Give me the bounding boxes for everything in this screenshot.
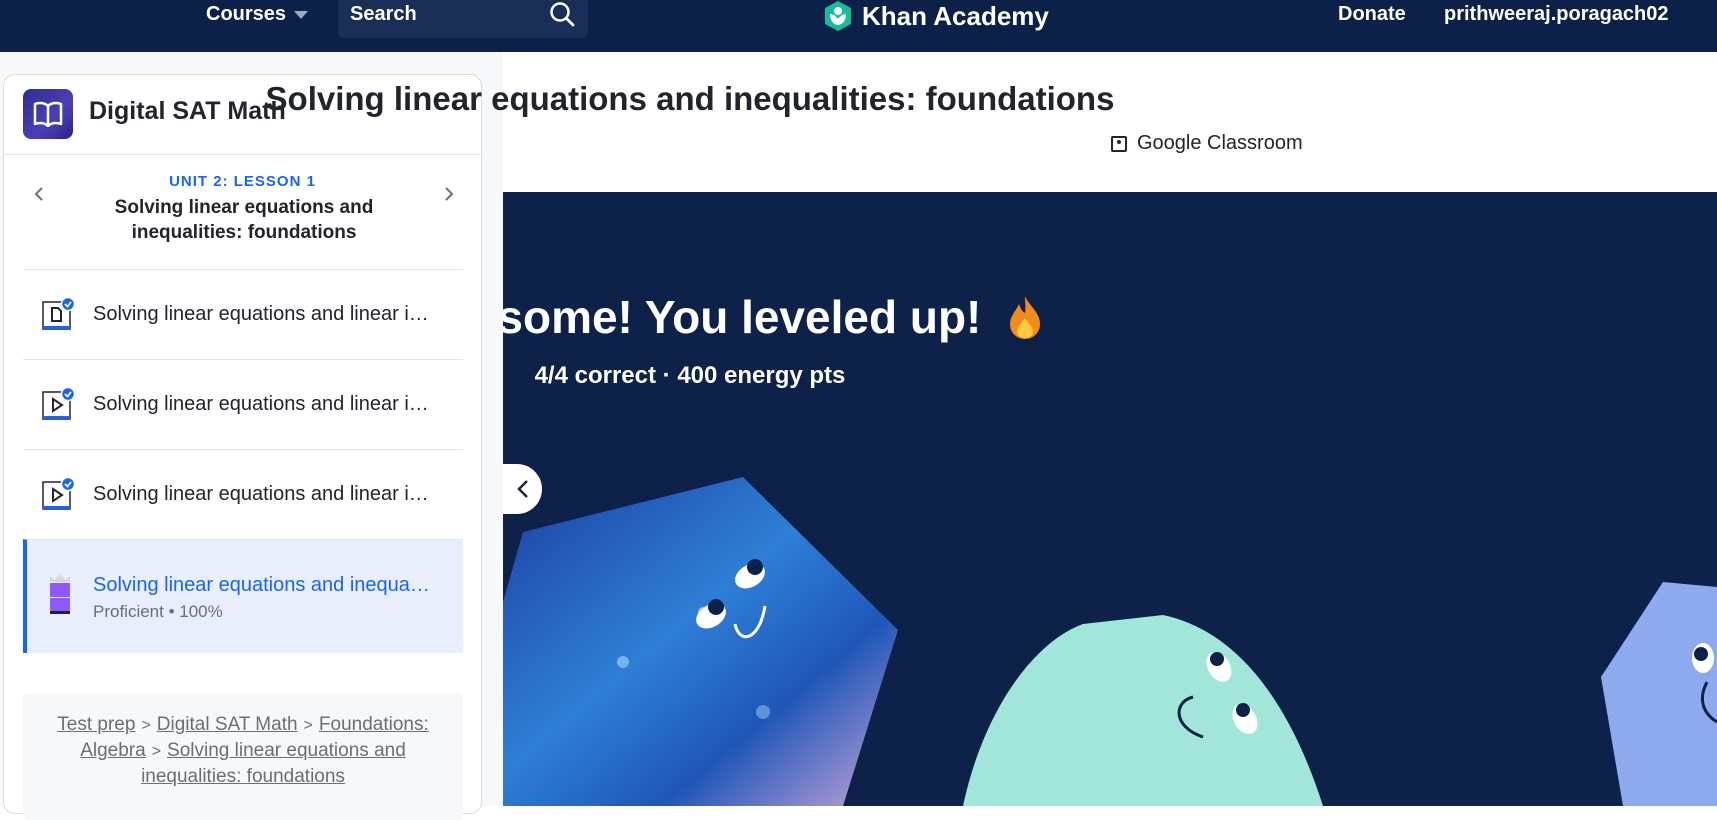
level-up-title: Awesome! You leveled up! (503, 291, 982, 343)
lesson-item-article[interactable]: Solving linear equations and linear i… (23, 269, 463, 359)
sidebar: Digital SAT Math UNIT 2: LESSON 1 Solvin… (3, 74, 482, 820)
user-menu[interactable]: prithweeraj.poragach02 (1444, 0, 1669, 28)
lesson-item-exercise-active[interactable]: Solving linear equations and inequa… Pro… (23, 539, 463, 653)
chevron-right-icon (445, 187, 454, 201)
lesson-item-label: Solving linear equations and inequa… (93, 574, 430, 596)
mastery-proficient-icon (50, 574, 70, 614)
lesson-item-video[interactable]: Solving linear equations and linear i… (23, 449, 463, 539)
main-header: Solving linear equations and inequalitie… (266, 52, 1717, 192)
google-classroom-button[interactable]: Google Classroom (1111, 132, 1303, 155)
google-classroom-icon (1111, 135, 1127, 152)
level-up-banner: Awesome! You leveled up! 4/4 correct · 4… (503, 192, 1717, 806)
video-completed-icon (42, 477, 75, 510)
google-classroom-label: Google Classroom (1137, 132, 1303, 154)
lesson-navigator: UNIT 2: LESSON 1 Solving linear equation… (4, 157, 481, 271)
lesson-item-video[interactable]: Solving linear equations and linear i… (23, 359, 463, 449)
blue-character (503, 477, 898, 806)
flame-icon (1010, 296, 1041, 339)
lesson-title: Solving linear equations and inequalitie… (114, 197, 374, 243)
sidebar-region: Digital SAT Math UNIT 2: LESSON 1 Solvin… (0, 52, 503, 820)
score-summary: 4/4 correct · 400 energy pts (534, 362, 846, 389)
page-title: Solving linear equations and inequalitie… (265, 80, 1115, 117)
chevron-left-icon (516, 480, 528, 498)
khan-academy-logo[interactable]: Khan Academy (822, 0, 1049, 32)
breadcrumb-separator: > (151, 743, 162, 760)
mastery-status: Proficient • 100% (93, 602, 223, 621)
lesson-item-label: Solving linear equations and linear i… (93, 303, 429, 325)
lesson-item-label: Solving linear equations and linear i… (93, 393, 429, 415)
decorative-characters (503, 477, 1717, 806)
video-completed-icon (42, 387, 75, 420)
lesson-items: Solving linear equations and linear i… S… (23, 269, 463, 653)
breadcrumb-separator: > (303, 717, 313, 734)
donate-link[interactable]: Donate (1338, 0, 1406, 28)
breadcrumb: Test prep > Digital SAT Math > Foundations: … (23, 694, 463, 820)
periwinkle-character (1601, 582, 1717, 806)
chevron-down-icon (294, 11, 309, 19)
khan-leaf-icon (825, 1, 851, 31)
search-icon[interactable] (548, 0, 576, 28)
top-nav: Courses Khan Academy Donate prithweeraj.… (0, 0, 1717, 52)
courses-menu[interactable]: Courses (206, 0, 309, 28)
breadcrumb-link[interactable]: Test prep (57, 714, 135, 735)
breadcrumb-link[interactable]: Digital SAT Math (157, 714, 298, 735)
search-box (338, 0, 588, 38)
courses-label: Courses (206, 2, 287, 25)
breadcrumb-separator: > (141, 717, 151, 734)
next-lesson-button[interactable] (434, 179, 464, 209)
breadcrumb-link[interactable]: Solving linear equations and inequalitie… (141, 740, 406, 787)
search-input[interactable] (350, 0, 540, 28)
logo-text: Khan Academy (862, 0, 1049, 31)
teal-character (963, 615, 1323, 806)
lesson-item-label: Solving linear equations and linear i… (93, 483, 429, 505)
unit-lesson-label: UNIT 2: LESSON 1 (169, 173, 316, 190)
level-up-heading: Awesome! You leveled up! (503, 290, 1385, 344)
article-completed-icon (42, 297, 75, 330)
